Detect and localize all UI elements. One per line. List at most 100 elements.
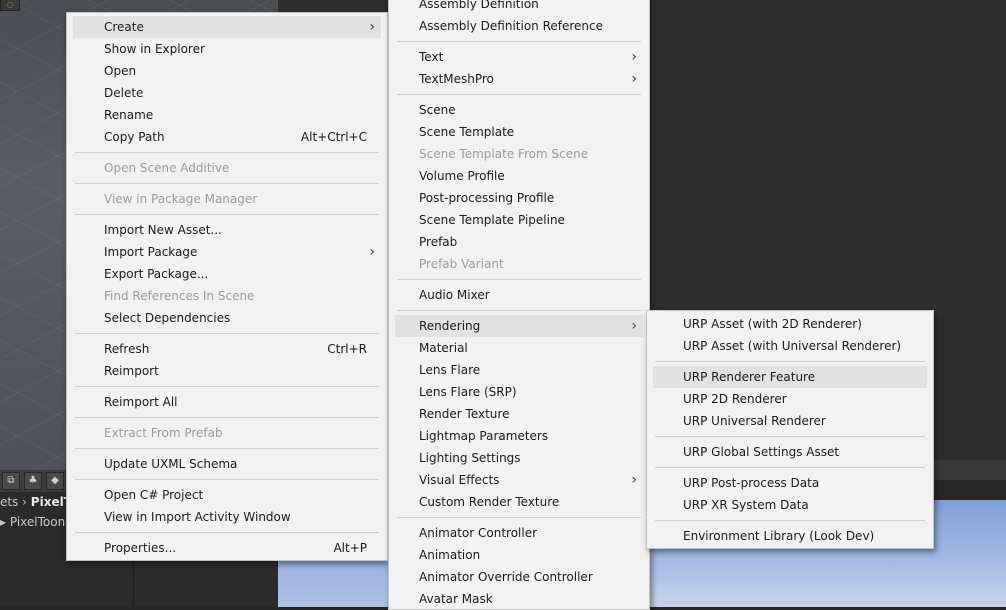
menu-item-label: Scene (419, 103, 456, 117)
create-item-text[interactable]: Text › (389, 46, 649, 68)
menu-item-label: Animator Override Controller (419, 570, 593, 584)
tag-icon[interactable]: ◆ (46, 472, 64, 490)
menu-separator (75, 152, 379, 153)
shapes-icon[interactable]: ♣ (24, 472, 42, 490)
menu-item-delete[interactable]: Delete (67, 82, 387, 104)
menu-item-label: Properties... (104, 541, 177, 555)
create-item-visual-effects[interactable]: Visual Effects › (389, 469, 649, 491)
menu-item-label: Avatar Mask (419, 592, 493, 606)
create-item-scene[interactable]: Scene (389, 99, 649, 121)
chevron-right-icon: › (631, 71, 637, 87)
file-list-item[interactable]: ▸ PixelToonS (0, 512, 70, 532)
menu-item-label: Select Dependencies (104, 311, 231, 325)
menu-item-label: Show in Explorer (104, 42, 205, 56)
menu-item-shortcut: Ctrl+R (327, 342, 367, 356)
breadcrumb-prefix[interactable]: ets (0, 495, 18, 509)
menu-item-label: Lens Flare (SRP) (419, 385, 517, 399)
scene-tool-button[interactable]: ◌ (0, 0, 20, 11)
rendering-item-urp-asset-with-universal-renderer[interactable]: URP Asset (with Universal Renderer) (647, 335, 933, 357)
menu-item-reimport[interactable]: Reimport (67, 360, 387, 382)
menu-item-update-uxml-schema[interactable]: Update UXML Schema (67, 453, 387, 475)
menu-item-show-in-explorer[interactable]: Show in Explorer (67, 38, 387, 60)
create-item-animator-override-controller[interactable]: Animator Override Controller (389, 566, 649, 588)
chevron-right-icon: › (369, 244, 375, 260)
menu-item-rename[interactable]: Rename (67, 104, 387, 126)
menu-item-import-new-asset[interactable]: Import New Asset... (67, 219, 387, 241)
menu-separator (75, 333, 379, 334)
menu-separator (75, 532, 379, 533)
menu-separator (75, 214, 379, 215)
create-item-custom-render-texture[interactable]: Custom Render Texture (389, 491, 649, 513)
breadcrumb: ets › PixelT (0, 492, 70, 512)
menu-item-import-package[interactable]: Import Package › (67, 241, 387, 263)
create-item-render-texture[interactable]: Render Texture (389, 403, 649, 425)
create-item-lens-flare[interactable]: Lens Flare (389, 359, 649, 381)
menu-item-label: Audio Mixer (419, 288, 490, 302)
menu-separator (655, 467, 925, 468)
menu-item-export-package[interactable]: Export Package... (67, 263, 387, 285)
menu-item-label: Open (104, 64, 137, 78)
layout-icon[interactable]: ⧉ (2, 472, 20, 490)
menu-separator (75, 386, 379, 387)
menu-item-label: Prefab Variant (419, 257, 504, 271)
create-item-lightmap-parameters[interactable]: Lightmap Parameters (389, 425, 649, 447)
menu-item-label: Scene Template From Scene (419, 147, 589, 161)
create-item-audio-mixer[interactable]: Audio Mixer (389, 284, 649, 306)
menu-item-label: URP Asset (with 2D Renderer) (683, 317, 862, 331)
chevron-right-icon: › (631, 49, 637, 65)
menu-item-view-in-import-activity-window[interactable]: View in Import Activity Window (67, 506, 387, 528)
rendering-item-urp-post-process-data[interactable]: URP Post-process Data (647, 472, 933, 494)
rendering-item-environment-library-look-dev[interactable]: Environment Library (Look Dev) (647, 525, 933, 547)
create-item-animator-controller[interactable]: Animator Controller (389, 522, 649, 544)
rendering-item-urp-universal-renderer[interactable]: URP Universal Renderer (647, 410, 933, 432)
create-item-assembly-definition-reference[interactable]: Assembly Definition Reference (389, 15, 649, 37)
menu-separator (75, 448, 379, 449)
rendering-item-urp-2d-renderer[interactable]: URP 2D Renderer (647, 388, 933, 410)
rendering-item-urp-xr-system-data[interactable]: URP XR System Data (647, 494, 933, 516)
create-item-prefab[interactable]: Prefab (389, 231, 649, 253)
create-item-volume-profile[interactable]: Volume Profile (389, 165, 649, 187)
menu-item-label: URP Universal Renderer (683, 414, 826, 428)
create-item-post-processing-profile[interactable]: Post-processing Profile (389, 187, 649, 209)
create-item-textmeshpro[interactable]: TextMeshPro › (389, 68, 649, 90)
create-item-lighting-settings[interactable]: Lighting Settings (389, 447, 649, 469)
menu-item-label: Update UXML Schema (104, 457, 238, 471)
create-item-scene-template-from-scene: Scene Template From Scene (389, 143, 649, 165)
menu-item-label: URP Asset (with Universal Renderer) (683, 339, 902, 353)
menu-item-label: URP Renderer Feature (683, 370, 816, 384)
create-item-material[interactable]: Material (389, 337, 649, 359)
menu-separator (75, 183, 379, 184)
menu-item-open-c-project[interactable]: Open C# Project (67, 484, 387, 506)
breadcrumb-current[interactable]: PixelT (31, 495, 70, 509)
menu-item-select-dependencies[interactable]: Select Dependencies (67, 307, 387, 329)
menu-item-shortcut: Alt+P (333, 541, 367, 555)
create-item-rendering[interactable]: Rendering › (395, 315, 643, 337)
menu-item-properties[interactable]: Properties... Alt+P (67, 537, 387, 559)
create-item-scene-template-pipeline[interactable]: Scene Template Pipeline (389, 209, 649, 231)
menu-item-label: Find References In Scene (104, 289, 255, 303)
menu-item-copy-path[interactable]: Copy Path Alt+Ctrl+C (67, 126, 387, 148)
rendering-item-urp-renderer-feature[interactable]: URP Renderer Feature (653, 366, 927, 388)
menu-item-refresh[interactable]: Refresh Ctrl+R (67, 338, 387, 360)
create-item-assembly-definition[interactable]: Assembly Definition (389, 0, 649, 15)
create-item-lens-flare-srp[interactable]: Lens Flare (SRP) (389, 381, 649, 403)
menu-item-label: Material (419, 341, 468, 355)
menu-item-label: Rename (104, 108, 154, 122)
rendering-item-urp-asset-with-2d-renderer[interactable]: URP Asset (with 2D Renderer) (647, 313, 933, 335)
create-item-animation[interactable]: Animation (389, 544, 649, 566)
menu-item-open[interactable]: Open (67, 60, 387, 82)
menu-item-label: Scene Template Pipeline (419, 213, 565, 227)
menu-item-create[interactable]: Create › (73, 16, 381, 38)
rendering-item-urp-global-settings-asset[interactable]: URP Global Settings Asset (647, 441, 933, 463)
menu-item-view-in-package-manager: View in Package Manager (67, 188, 387, 210)
menu-item-label: Lighting Settings (419, 451, 521, 465)
menu-item-label: Export Package... (104, 267, 209, 281)
menu-item-reimport-all[interactable]: Reimport All (67, 391, 387, 413)
menu-separator (75, 479, 379, 480)
chevron-right-icon: › (631, 318, 637, 334)
menu-item-shortcut: Alt+Ctrl+C (300, 130, 367, 144)
menu-item-label: TextMeshPro (419, 72, 494, 86)
create-item-scene-template[interactable]: Scene Template (389, 121, 649, 143)
project-toolbar: ⧉ ♣ ◆ (0, 470, 72, 492)
menu-item-label: Post-processing Profile (419, 191, 555, 205)
